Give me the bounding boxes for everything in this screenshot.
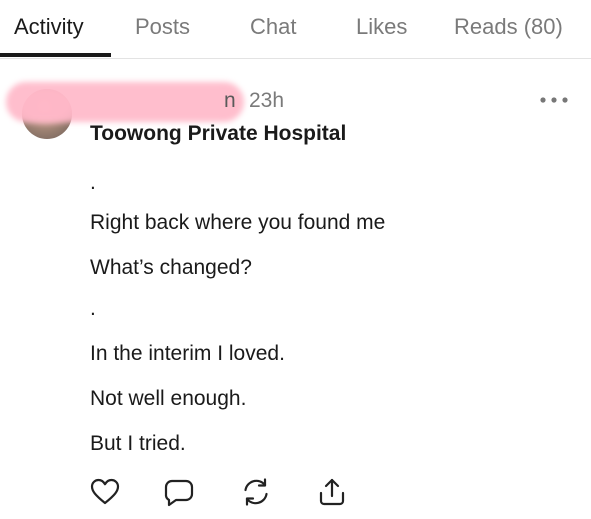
comment-bubble-icon	[164, 479, 194, 507]
tab-bar: Activity Posts Chat Likes Reads (80)	[0, 0, 591, 59]
post-line-3: What’s changed?	[90, 256, 252, 279]
restack-button[interactable]	[240, 476, 272, 508]
tab-activity[interactable]: Activity	[14, 14, 84, 40]
post-line-2: Right back where you found me	[90, 211, 386, 234]
post-title[interactable]: Toowong Private Hospital	[90, 122, 346, 146]
share-icon	[319, 478, 345, 506]
comment-button[interactable]	[163, 476, 195, 508]
tab-posts[interactable]: Posts	[135, 14, 190, 40]
author-name-redaction	[6, 82, 244, 122]
tab-chat[interactable]: Chat	[250, 14, 296, 40]
post-line-4: .	[90, 297, 96, 320]
active-tab-indicator	[0, 53, 111, 57]
post-timestamp: 23h	[249, 89, 285, 112]
share-button[interactable]	[316, 476, 348, 508]
tab-likes[interactable]: Likes	[356, 14, 407, 40]
like-button[interactable]	[89, 476, 121, 508]
heart-icon	[90, 478, 120, 505]
author-name[interactable]: n	[224, 89, 236, 113]
tab-reads[interactable]: Reads (80)	[454, 14, 563, 40]
post-line-5: In the interim I loved.	[90, 342, 285, 365]
more-options-icon[interactable]	[537, 93, 571, 107]
post-line-7: But I tried.	[90, 432, 186, 455]
post-line-6: Not well enough.	[90, 387, 247, 410]
restack-icon	[244, 478, 268, 506]
post-line-1: .	[90, 171, 96, 194]
